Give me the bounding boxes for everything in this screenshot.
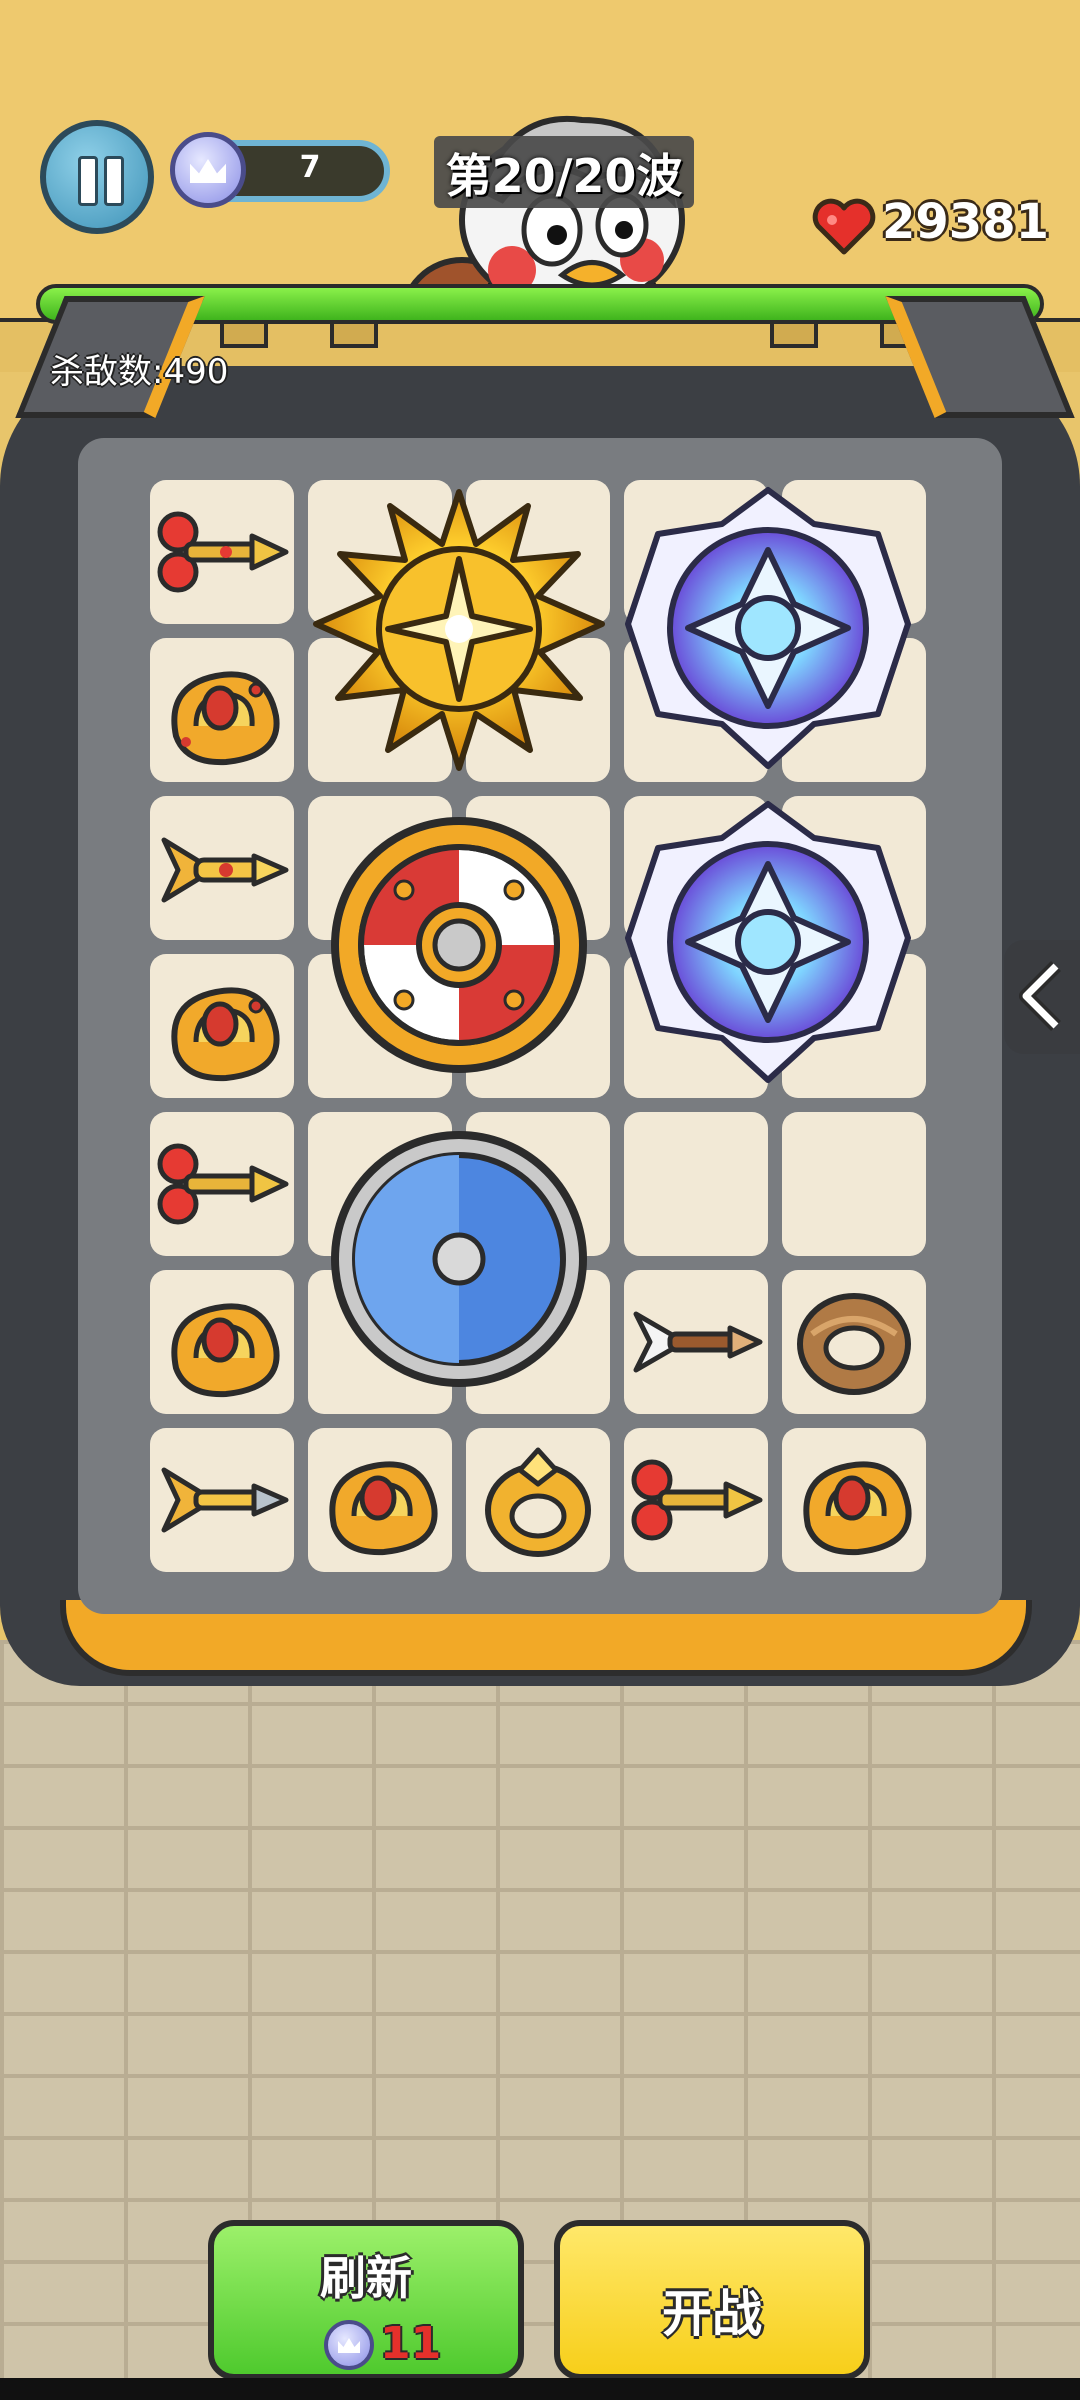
- wave-label: 第20/20波: [445, 149, 683, 203]
- heart-icon: [812, 198, 876, 255]
- pause-button[interactable]: [40, 120, 154, 234]
- refresh-cost: 11: [380, 2318, 442, 2369]
- wind-key-dart-icon[interactable]: [156, 1134, 290, 1234]
- brick-wall-background: [0, 1640, 1080, 2400]
- crown-icon: [324, 2320, 374, 2370]
- crown-ring-icon[interactable]: [314, 1436, 448, 1566]
- wind-key-dart-icon[interactable]: [630, 1450, 764, 1550]
- crystal-rune-icon[interactable]: [618, 484, 918, 774]
- chevron-left-icon[interactable]: [1018, 960, 1066, 1032]
- crown-ring-icon[interactable]: [156, 646, 290, 776]
- hp-value: 29381: [882, 194, 1049, 250]
- white-arrow-icon[interactable]: [630, 1292, 764, 1392]
- refresh-button[interactable]: 刷新 11: [208, 2220, 524, 2380]
- golden-dart-icon[interactable]: [156, 820, 290, 920]
- crown-icon: [170, 132, 246, 208]
- crown-ring-icon[interactable]: [788, 1436, 922, 1566]
- golden-sun-medallion-icon[interactable]: [308, 484, 610, 774]
- arrow-dart-icon[interactable]: [156, 1450, 290, 1550]
- pause-icon-bar: [104, 156, 124, 206]
- kill-counter: 杀敌数:490: [50, 352, 229, 392]
- blue-shield-icon[interactable]: [324, 1124, 594, 1394]
- wooden-ring-icon[interactable]: [792, 1284, 916, 1402]
- refresh-label: 刷新: [320, 2251, 412, 2305]
- crown-count: 7: [299, 150, 321, 185]
- crown-ring-icon[interactable]: [156, 962, 290, 1092]
- crown-ring-icon[interactable]: [156, 1278, 290, 1408]
- grid-cell-empty[interactable]: [782, 1112, 926, 1256]
- wind-key-dart-icon[interactable]: [156, 502, 290, 602]
- grid-cell-empty[interactable]: [624, 1112, 768, 1256]
- crystal-rune-icon[interactable]: [618, 798, 918, 1088]
- pause-icon: [78, 156, 98, 206]
- battle-label: 开战: [662, 2285, 762, 2343]
- system-nav-bar: [0, 2378, 1080, 2400]
- gold-ring-icon[interactable]: [476, 1440, 600, 1564]
- start-battle-button[interactable]: 开战: [554, 2220, 870, 2380]
- red-white-shield-icon[interactable]: [324, 810, 594, 1080]
